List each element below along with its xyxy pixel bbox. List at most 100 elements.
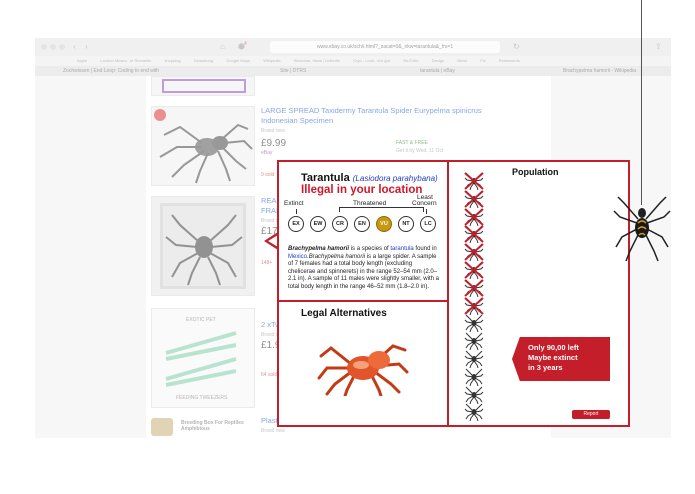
bookmark-item[interactable]: Gestaltung (194, 58, 213, 63)
browser-tab-active[interactable]: tarantula | eBay (420, 66, 455, 76)
bookmarks-bar: Apple London Museu...le Romantic shoppin… (35, 56, 671, 66)
browser-tab[interactable]: Site | DTRS (280, 66, 306, 76)
sold-count: 9 sold (261, 172, 275, 178)
forward-icon[interactable]: › (85, 42, 88, 52)
listing-image-partial[interactable] (151, 76, 255, 96)
callout-line-2: Maybe extinct (528, 353, 578, 362)
population-spider-icon (464, 332, 484, 351)
population-spider-crossed-icon (464, 243, 484, 262)
description-text: found in (413, 246, 437, 252)
species-description: Brachypelma hamorii is a species of tara… (288, 246, 440, 291)
toy-spider-icon[interactable] (317, 334, 409, 396)
window-close-dot[interactable] (41, 44, 47, 50)
listing-image[interactable] (151, 106, 255, 186)
tweezers-icon (165, 331, 237, 387)
bookmark-item[interactable]: Fix (480, 58, 485, 63)
reload-icon[interactable]: ↻ (513, 42, 520, 52)
report-button[interactable]: Report (572, 410, 610, 419)
browser-toolbar: ‹ › ⌂ ⬢ 4 www.ebay.co.uk/sch/i.html?_sac… (35, 38, 671, 56)
share-icon[interactable]: ⇪ (655, 42, 662, 52)
bookmark-item[interactable]: Welcome, Hans | LinkedIn (294, 58, 341, 63)
home-icon[interactable]: ⌂ (220, 42, 225, 52)
legal-alternatives-title: Legal Alternatives (301, 308, 387, 319)
population-spider-icon (464, 404, 484, 422)
bookmark-item[interactable]: YouTube (403, 58, 419, 63)
threatened-bracket (339, 207, 424, 212)
bookmark-item[interactable]: News (457, 58, 467, 63)
species-title: Tarantula (Lasiodora parahybana) (301, 172, 438, 184)
population-spider-crossed-icon (464, 172, 484, 190)
browser-tab[interactable]: Zochwissen | End Loop: Coding to end wit… (63, 66, 159, 76)
threatened-label: Threatened (353, 200, 387, 207)
species-info-overlay: Tarantula (Lasiodora parahybana) Illegal… (277, 160, 630, 427)
extinct-label: Extinct (284, 200, 304, 207)
breeding-box-icon (151, 418, 173, 436)
population-spider-crossed-icon (464, 261, 484, 279)
callout-line-1: Only 90,00 left (528, 343, 579, 352)
browser-tab[interactable]: Brachypelma hamorii - Wikipedia (563, 66, 636, 76)
status-vu-active: VU (376, 216, 392, 232)
notification-badge: 4 (244, 41, 247, 47)
status-cr: CR (332, 216, 348, 232)
mexico-link[interactable]: Mexico (288, 254, 307, 260)
delivery-date: Get it by Wed, 11 Oct (396, 148, 444, 154)
sold-count: 64 sold (261, 372, 278, 378)
population-spider-icon (464, 315, 484, 333)
population-spider-crossed-icon (464, 279, 484, 297)
status-en: EN (354, 216, 370, 232)
address-bar[interactable]: www.ebay.co.uk/sch/i.html?_sacat=0&_nkw=… (270, 41, 500, 53)
hanging-spider-icon (613, 196, 671, 262)
listing-image[interactable] (151, 196, 255, 296)
window-minimize-dot[interactable] (50, 44, 56, 50)
population-spider-icon (464, 350, 484, 368)
population-spider-crossed-icon (464, 296, 484, 315)
status-ew: EW (310, 216, 326, 232)
listing-title[interactable]: LARGE SPREAD Taxidermy Tarantula Spider … (261, 106, 501, 126)
extinct-tick (296, 209, 297, 214)
listing-image[interactable]: Breeding Box For Reptiles Amphibious (151, 416, 255, 438)
screenshot-stage: ‹ › ⌂ ⬢ 4 www.ebay.co.uk/sch/i.html?_sac… (0, 0, 695, 494)
tarantula-link[interactable]: tarantula (390, 246, 413, 252)
spider-photo-icon (159, 123, 253, 184)
image-caption: Breeding Box For Reptiles Amphibious (181, 420, 244, 432)
bookmark-item[interactable]: Design (432, 58, 444, 63)
least-concern-label-2: Concern (412, 200, 437, 207)
vertical-divider (447, 162, 449, 425)
status-nt: NT (398, 216, 414, 232)
bookmark-item[interactable]: Reisewords (499, 58, 520, 63)
bookmark-item[interactable]: Cryo - Look...ehr gut (353, 58, 389, 63)
species-common-name: Tarantula (301, 172, 350, 184)
species-scientific-name: (Lasiodora parahybana) (352, 174, 438, 183)
population-spider-icon (464, 386, 484, 404)
population-spider-icon (464, 368, 484, 386)
bookmark-item[interactable]: Apple (77, 58, 87, 63)
listing-condition: Brand new (261, 428, 285, 434)
listing-price: £9.99 (261, 138, 287, 149)
back-icon[interactable]: ‹ (73, 42, 76, 52)
description-species: Brachypelma hamorii (288, 246, 350, 252)
bookmark-item[interactable]: shopping (164, 58, 180, 63)
listing-image[interactable]: EXOTIC PET FEEDING TWEEZERS (151, 308, 255, 408)
bookmark-item[interactable]: London Museu...le Romantic (100, 58, 151, 63)
description-text: is a species of (349, 246, 391, 252)
least-concern-tick (426, 209, 427, 214)
population-spider-crossed-icon (464, 207, 484, 226)
population-spider-crossed-icon (464, 225, 484, 244)
population-callout: Only 90,00 left Maybe extinct in 3 years (512, 337, 610, 381)
callout-line-3: in 3 years (528, 363, 563, 372)
image-caption: FEEDING TWEEZERS (176, 395, 228, 401)
bookmark-item[interactable]: Google Maps (226, 58, 250, 63)
tab-bar: Zochwissen | End Loop: Coding to end wit… (35, 66, 671, 76)
watch-count: 148+ (261, 260, 273, 266)
status-ex: EX (288, 216, 304, 232)
listing-condition: Brand new (261, 128, 285, 134)
spider-thread (641, 0, 642, 205)
bookmark-item[interactable]: Wikipedia (263, 58, 280, 63)
legality-warning: Illegal in your location (301, 184, 423, 196)
top-rated-badge: eBay (261, 150, 273, 156)
population-spider-crossed-icon (464, 190, 484, 208)
status-lc: LC (420, 216, 436, 232)
window-zoom-dot[interactable] (59, 44, 65, 50)
description-detail-species: Brachypelma hamorii (308, 253, 366, 260)
framed-spider-icon (165, 214, 243, 286)
